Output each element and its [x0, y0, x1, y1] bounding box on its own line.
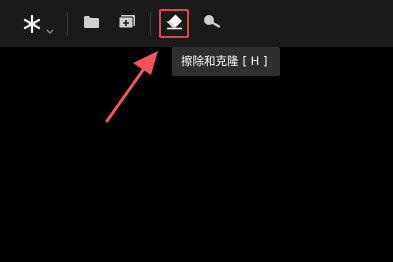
- open-folder-button[interactable]: [81, 14, 101, 32]
- toolbar-divider: [150, 12, 151, 36]
- eraser-clone-button[interactable]: [163, 13, 185, 34]
- eraser-icon: [165, 13, 184, 34]
- tool-tooltip: 擦除和克隆[ H ]: [172, 47, 280, 76]
- sparkle-icon: [22, 14, 42, 38]
- folder-icon: [83, 14, 100, 33]
- tooltip-label: 擦除和克隆: [181, 54, 239, 68]
- sparkle-menu-button[interactable]: [20, 13, 58, 35]
- add-image-button[interactable]: [116, 14, 138, 32]
- tooltip-shortcut: [ H ]: [242, 54, 268, 68]
- chevron-down-icon: [46, 20, 54, 39]
- add-image-icon: [118, 14, 136, 33]
- toolbar-divider: [67, 12, 68, 36]
- search-button[interactable]: [201, 13, 223, 33]
- search-icon: [203, 14, 221, 33]
- toolbar: [0, 0, 393, 47]
